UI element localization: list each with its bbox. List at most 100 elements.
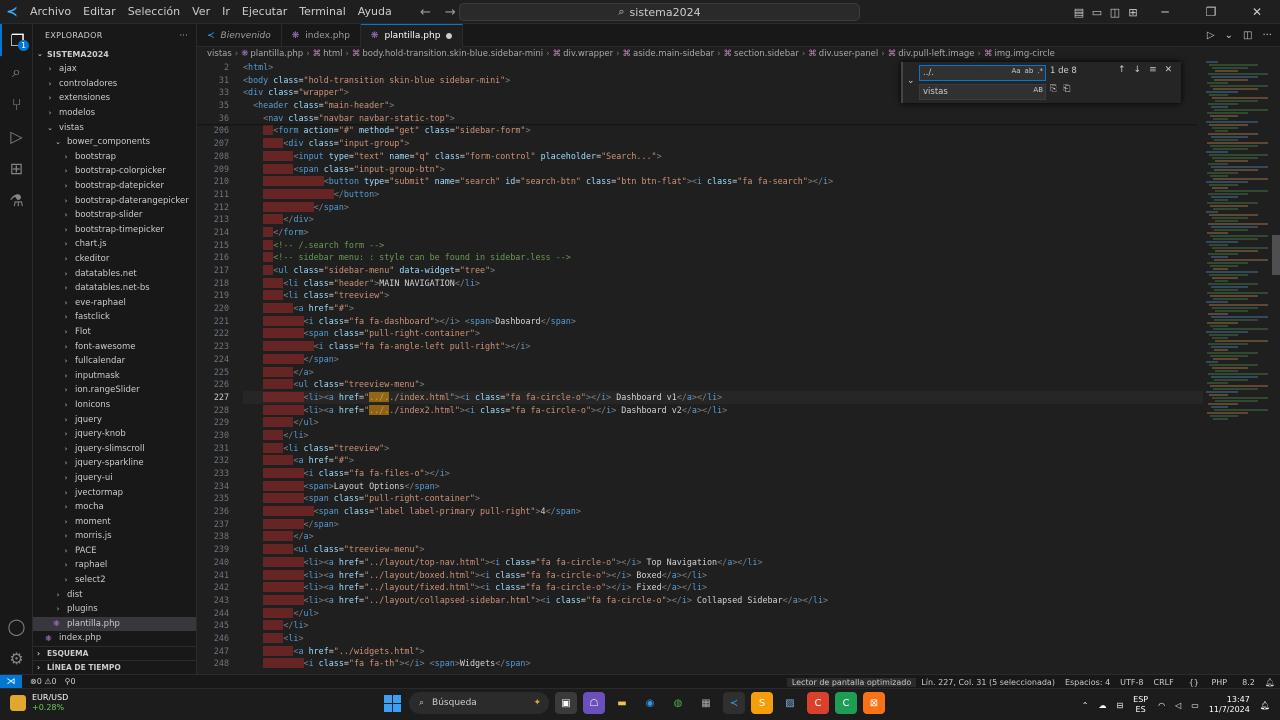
close-icon[interactable]: ✕ [1165,65,1173,75]
chevron-up-icon[interactable]: ⌃ [1082,701,1089,710]
folder-item[interactable]: › jvectormap [33,485,196,500]
menu-item-archivo[interactable]: Archivo [24,0,77,24]
code-line[interactable]: </button> [243,188,1203,201]
breadcrumb-item[interactable]: vistas [207,49,232,59]
account-icon[interactable]: ◯ [0,610,33,642]
code-line[interactable]: </a> [243,530,1203,543]
breadcrumb-item[interactable]: img.img-circle [994,49,1054,59]
folder-item[interactable]: › bootstrap-slider [33,208,196,223]
menu-item-terminal[interactable]: Terminal [293,0,352,24]
code-line[interactable]: <span class="label label-primary pull-ri… [243,505,1203,518]
whole-word-toggle[interactable]: ab [1025,67,1034,75]
folder-item[interactable]: › jquery-sparkline [33,456,196,471]
folder-item[interactable]: › Flot [33,325,196,340]
code-line[interactable]: <div class="input-group"> [243,137,1203,150]
code-line[interactable]: <li class="treeview"> [243,289,1203,302]
scrollbar-thumb[interactable] [1272,235,1280,275]
next-match-icon[interactable]: ↓ [1134,65,1142,75]
eol-status[interactable]: CRLF [1149,678,1179,687]
folder-item[interactable]: › ajax [33,62,196,77]
code-line[interactable]: <a href="#"> [243,454,1203,467]
taskbar-search[interactable]: ⌕ Búsqueda ✦ [409,692,549,714]
folder-item[interactable]: › bootstrap-timepicker [33,223,196,238]
folder-item[interactable]: › bootstrap-datepicker [33,179,196,194]
folder-item[interactable]: › select2 [33,573,196,588]
breadcrumb-item[interactable]: html [323,49,342,59]
breadcrumb-item[interactable]: plantilla.php [250,49,303,59]
indentation-status[interactable]: Espacios: 4 [1060,678,1115,687]
code-line[interactable]: </div> [243,213,1203,226]
timeline-section[interactable]: › LÍNEA DE TIEMPO [33,660,196,674]
breadcrumb-item[interactable]: body.hold-transition.skin-blue.sidebar-m… [362,49,543,59]
encoding-status[interactable]: UTF-8 [1115,678,1148,687]
code-line[interactable]: </form> [243,226,1203,239]
sticky-scroll-line[interactable]: <nav class="navbar navbar-static-top"> [243,111,1203,125]
split-editor-icon[interactable]: ◫ [1243,30,1252,41]
extensions-icon[interactable]: ⊞ [0,152,33,184]
code-line[interactable]: <li><a href="../layout/boxed.html"><i cl… [243,569,1203,582]
search-view-icon[interactable]: ⌕ [0,56,33,88]
remote-indicator-icon[interactable]: ⋊ [0,674,22,689]
windows-start-icon[interactable] [381,692,403,714]
powerpoint-icon[interactable]: C [807,692,829,714]
code-line[interactable]: </ul> [243,607,1203,620]
folder-item[interactable]: ⌄ vistas [33,120,196,135]
menu-item-editar[interactable]: Editar [77,0,122,24]
gear-icon[interactable]: ⚙ [0,642,33,674]
replace-input[interactable]: vistas AB [919,84,1046,100]
toggle-primary-sidebar-icon[interactable]: ▤ [1070,0,1088,24]
close-window-icon[interactable]: ✕ [1234,0,1280,24]
code-line[interactable]: <i class="fa fa-angle-left pull-right"><… [243,340,1203,353]
replace-all-icon[interactable]: ⎗ [1063,84,1070,94]
folder-item[interactable]: › datatables.net [33,266,196,281]
screen-reader-status[interactable]: Lector de pantalla optimizado [786,677,917,687]
menu-item-selección[interactable]: Selección [122,0,186,24]
workspace-root[interactable]: ⌄ SISTEMA2024 [33,46,196,62]
tab-bienvenido[interactable]: ≺ Bienvenido [197,24,282,47]
minimize-icon[interactable]: ─ [1142,0,1188,24]
code-line[interactable]: <input type="text" name="q" class="form-… [243,150,1203,163]
notifications-icon[interactable]: 🔔︎ [1260,678,1280,687]
menu-item-ejecutar[interactable]: Ejecutar [236,0,293,24]
cloud-icon[interactable]: ☁ [1098,701,1106,710]
folder-item[interactable]: › jquery [33,412,196,427]
tab-plantilla-php[interactable]: ❋ plantilla.php [360,24,464,47]
code-line[interactable]: <li> [243,632,1203,645]
find-in-selection-icon[interactable]: ≡ [1149,65,1157,75]
restore-icon[interactable]: ❐ [1188,0,1234,24]
problems-indicator[interactable]: ⊗0 ⚠0 [30,677,57,686]
folder-item[interactable]: › jquery-slimscroll [33,441,196,456]
replace-icon[interactable]: ⎘ [1050,84,1057,94]
folder-item[interactable]: › PACE [33,544,196,559]
breadcrumb-item[interactable]: section.sidebar [734,49,799,59]
menu-item-ayuda[interactable]: Ayuda [352,0,398,24]
sublime-icon[interactable]: S [751,692,773,714]
code-line[interactable]: </a> [243,366,1203,379]
folder-item[interactable]: › raphael [33,558,196,573]
language-indicator[interactable]: ESP ES [1133,695,1148,715]
customize-layout-icon[interactable]: ⊞ [1124,0,1142,24]
find-input[interactable]: ../. Aa ab .* [919,65,1046,81]
cursor-position[interactable]: Lín. 227, Col. 31 (5 seleccionada) [916,678,1060,687]
folder-item[interactable]: ⌄ bower_components [33,135,196,150]
menu-item-ver[interactable]: Ver [186,0,216,24]
command-center-search[interactable]: ⌕ sistema2024 [459,3,860,21]
code-line[interactable]: <li><a href="../../index.html"><i class=… [243,390,1203,404]
breadcrumb-item[interactable]: div.wrapper [563,49,613,59]
folder-item[interactable]: › bootstrap-colorpicker [33,164,196,179]
code-line[interactable]: <a href="#"> [243,302,1203,315]
code-line[interactable]: <ul class="treeview-menu"> [243,378,1203,391]
battery-icon[interactable]: ▭ [1191,701,1199,710]
folder-item[interactable]: › bootstrap [33,150,196,165]
folder-item[interactable]: › font-awesome [33,339,196,354]
code-line[interactable]: <ul class="sidebar-menu" data-widget="tr… [243,264,1203,277]
teams-icon[interactable]: ☖ [583,692,605,714]
folder-item[interactable]: › extensiones [33,91,196,106]
code-line[interactable]: <li class="header">MAIN NAVIGATION</li> [243,277,1203,290]
more-actions-icon[interactable]: ··· [1262,30,1272,41]
ports-indicator[interactable]: ⚲0 [65,677,76,686]
folder-item[interactable]: › plugins [33,602,196,617]
folder-item[interactable]: › inputmask [33,368,196,383]
match-case-toggle[interactable]: Aa [1011,67,1020,75]
code-line[interactable]: </li> [243,619,1203,632]
